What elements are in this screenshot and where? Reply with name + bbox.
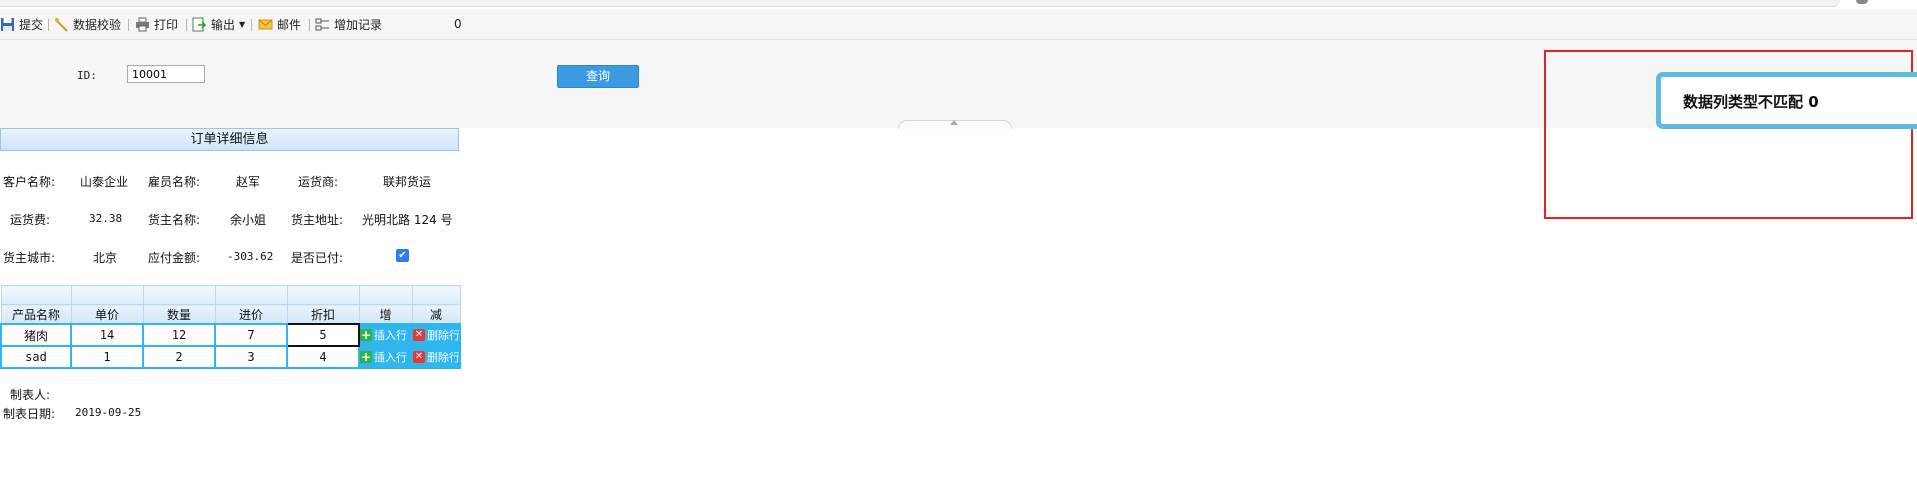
column-header: 折扣 <box>286 304 360 325</box>
shipper-label: 运货商: <box>298 175 339 189</box>
table-row: sad 1 2 3 4 + 插入行 ✕ 删除行 <box>0 345 461 369</box>
customer-label: 客户名称: <box>3 175 56 189</box>
plus-icon: + <box>360 350 372 364</box>
price-cell[interactable]: 1 <box>70 345 144 369</box>
record-count: 0 <box>454 17 462 31</box>
checkmark-icon: ✔ <box>398 250 407 261</box>
price-cell[interactable]: 14 <box>70 323 144 347</box>
column-header: 产品名称 <box>0 304 72 325</box>
column-header: 进价 <box>214 304 288 325</box>
paid-label: 是否已付: <box>291 251 344 265</box>
add-record-label: 增加记录 <box>334 17 383 32</box>
delete-icon: ✕ <box>414 329 425 341</box>
freight-label: 运货费: <box>10 213 51 227</box>
column-header: 单价 <box>70 304 144 325</box>
delete-row-cell: ✕ 删除行 <box>411 345 461 369</box>
column-header: 数量 <box>142 304 216 325</box>
delete-row-button[interactable]: ✕ 删除行 <box>414 327 460 343</box>
delete-row-label: 删除行 <box>427 329 460 342</box>
id-label: ID: <box>77 69 97 82</box>
id-input[interactable] <box>127 65 205 83</box>
employee-value: 赵军 <box>236 175 261 189</box>
add-record-icon <box>315 17 330 32</box>
mail-icon <box>258 17 273 32</box>
customer-value: 山泰企业 <box>80 175 129 189</box>
consignee-value: 余小姐 <box>230 213 267 227</box>
delete-row-label: 删除行 <box>427 351 460 364</box>
toolbar: 提交 数据校验 打印 输出 ▼ 邮件 增加记录 0 <box>0 9 1917 40</box>
cost-cell[interactable]: 7 <box>214 323 288 347</box>
collapse-arrow-icon <box>950 120 958 125</box>
employee-label: 雇员名称: <box>148 175 201 189</box>
wand-icon <box>54 17 69 32</box>
export-label: 输出 <box>211 17 236 32</box>
delete-row-button[interactable]: ✕ 删除行 <box>414 349 460 365</box>
print-button[interactable]: 打印 <box>135 14 178 34</box>
insert-row-label: 插入行 <box>374 351 407 364</box>
insert-row-cell: + 插入行 <box>358 345 413 369</box>
payable-value: -303.62 <box>227 250 274 263</box>
scroll-indicator[interactable] <box>1856 0 1868 4</box>
insert-row-button[interactable]: + 插入行 <box>360 327 407 343</box>
add-record-button[interactable]: 增加记录 <box>315 14 382 34</box>
print-label: 打印 <box>154 17 179 32</box>
order-detail-title: 订单详细信息 <box>0 128 459 151</box>
export-icon <box>192 17 207 32</box>
delete-row-cell: ✕ 删除行 <box>411 323 461 347</box>
validate-label: 数据校验 <box>73 17 122 32</box>
submit-button[interactable]: 提交 <box>0 14 43 34</box>
toolbar-separator <box>48 19 49 31</box>
product-name-cell[interactable]: sad <box>0 345 72 369</box>
browser-top-strip <box>0 0 1840 7</box>
table-row: 猪肉 14 12 7 5 + 插入行 ✕ 删除行 <box>0 323 461 347</box>
column-header: 减 <box>411 304 461 325</box>
shipper-value: 联邦货运 <box>383 175 432 189</box>
quantity-cell[interactable]: 2 <box>142 345 216 369</box>
query-button[interactable]: 查询 <box>557 65 639 88</box>
cost-cell[interactable]: 3 <box>214 345 288 369</box>
insert-row-cell: + 插入行 <box>358 323 413 347</box>
paid-checkbox[interactable]: ✔ <box>396 249 409 262</box>
consignee-label: 货主名称: <box>148 213 201 227</box>
delete-icon: ✕ <box>414 351 425 363</box>
product-name-cell[interactable]: 猪肉 <box>0 323 72 347</box>
discount-cell[interactable]: 4 <box>286 345 360 369</box>
grid-header-spacer <box>0 285 461 305</box>
toast-message: 数据列类型不匹配 0 <box>1683 93 1819 111</box>
city-label: 货主城市: <box>3 251 56 265</box>
chevron-down-icon: ▼ <box>239 19 246 29</box>
toolbar-separator <box>309 19 310 31</box>
product-grid: 产品名称 单价 数量 进价 折扣 增 减 猪肉 14 12 7 5 + 插入行 ✕… <box>0 285 461 369</box>
mail-button[interactable]: 邮件 <box>258 14 301 34</box>
validate-button[interactable]: 数据校验 <box>54 14 121 34</box>
error-toast: 数据列类型不匹配 0 <box>1656 72 1917 129</box>
date-value: 2019-09-25 <box>75 406 142 419</box>
mail-label: 邮件 <box>277 17 302 32</box>
submit-label: 提交 <box>19 17 44 32</box>
export-button[interactable]: 输出 ▼ <box>192 14 245 34</box>
date-label: 制表日期: <box>3 407 56 421</box>
toolbar-separator <box>128 19 129 31</box>
toolbar-separator <box>251 19 252 31</box>
insert-row-label: 插入行 <box>374 329 407 342</box>
printer-icon <box>135 17 150 32</box>
address-label: 货主地址: <box>291 213 344 227</box>
quantity-cell[interactable]: 12 <box>142 323 216 347</box>
discount-cell[interactable]: 5 <box>286 323 360 347</box>
column-header: 增 <box>358 304 413 325</box>
freight-value: 32.38 <box>89 212 123 225</box>
plus-icon: + <box>360 328 372 342</box>
city-value: 北京 <box>93 251 118 265</box>
maker-label: 制表人: <box>10 388 51 402</box>
address-value: 光明北路 124 号 <box>362 213 453 227</box>
save-icon <box>0 17 15 32</box>
grid-header: 产品名称 单价 数量 进价 折扣 增 减 <box>0 304 461 325</box>
toolbar-separator <box>186 19 187 31</box>
insert-row-button[interactable]: + 插入行 <box>360 349 407 365</box>
payable-label: 应付金额: <box>148 251 201 265</box>
